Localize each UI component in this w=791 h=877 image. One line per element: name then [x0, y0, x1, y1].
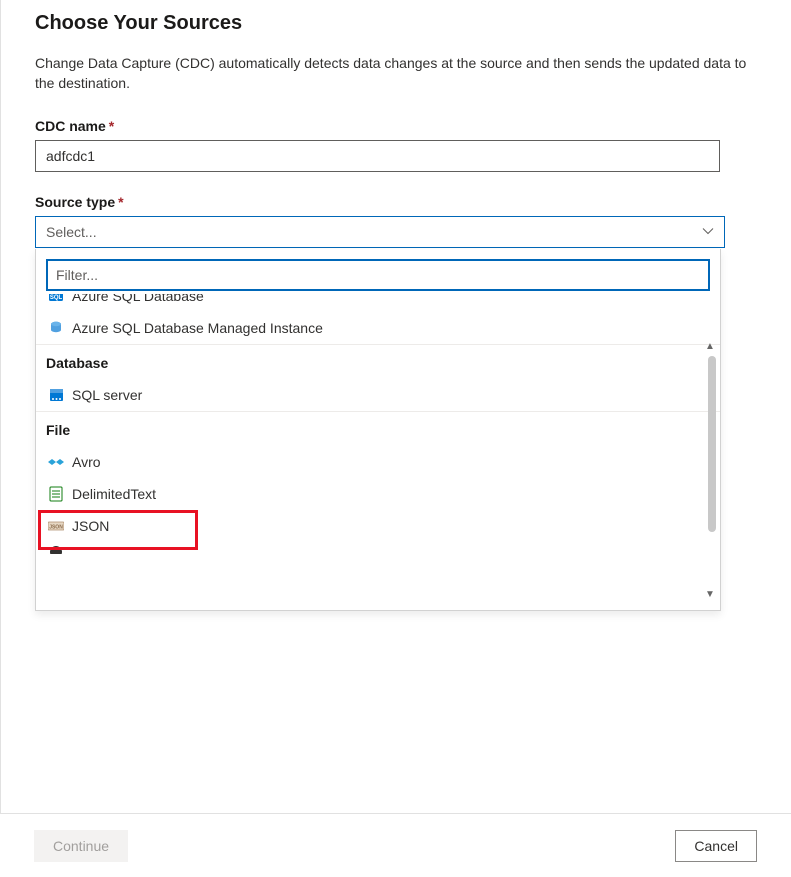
option-azure-sql-database[interactable]: SQL Azure SQL Database [36, 294, 720, 312]
svg-text:JSON: JSON [49, 524, 63, 530]
page-description: Change Data Capture (CDC) automatically … [35, 53, 757, 94]
option-sql-server[interactable]: SQL server [36, 379, 720, 411]
option-label: Avro [72, 454, 101, 470]
cdc-name-input[interactable] [35, 140, 720, 172]
source-type-dropdown: SQL Azure SQL Database Azure SQL Databas… [35, 249, 721, 611]
sql-server-icon [48, 387, 64, 403]
svg-text:SQL: SQL [50, 295, 63, 301]
option-avro[interactable]: Avro [36, 446, 720, 478]
avro-icon [48, 454, 64, 470]
azure-sql-icon: SQL [48, 294, 64, 304]
required-asterisk: * [109, 118, 114, 134]
select-placeholder: Select... [46, 224, 97, 240]
page-title: Choose Your Sources [35, 12, 757, 35]
scrollbar-thumb[interactable] [708, 356, 716, 532]
scroll-up-arrow[interactable]: ▲ [703, 340, 717, 354]
source-type-label: Source type* [35, 194, 124, 210]
group-header-database: Database [36, 344, 720, 379]
source-type-select[interactable]: Select... [35, 216, 725, 248]
footer-bar: Continue Cancel [0, 813, 791, 877]
option-label: Azure SQL Database Managed Instance [72, 320, 323, 336]
option-orc-partial[interactable] [36, 542, 720, 554]
option-label: DelimitedText [72, 486, 156, 502]
chevron-down-icon [702, 226, 714, 238]
orc-icon [48, 544, 64, 554]
option-label: SQL server [72, 387, 142, 403]
required-asterisk: * [118, 194, 123, 210]
json-icon: JSON [48, 518, 64, 534]
cdc-name-label: CDC name* [35, 118, 114, 134]
delimited-text-icon [48, 486, 64, 502]
azure-sql-mi-icon [48, 320, 64, 336]
option-delimited-text[interactable]: DelimitedText [36, 478, 720, 510]
option-label: JSON [72, 518, 109, 534]
scroll-down-arrow[interactable]: ▼ [703, 588, 717, 602]
group-header-file: File [36, 411, 720, 446]
option-label: Azure SQL Database [72, 294, 204, 304]
option-json[interactable]: JSON JSON [36, 510, 720, 542]
cancel-button[interactable]: Cancel [675, 830, 757, 862]
option-azure-sql-mi[interactable]: Azure SQL Database Managed Instance [36, 312, 720, 344]
dropdown-filter-input[interactable] [46, 259, 710, 291]
continue-button: Continue [34, 830, 128, 862]
